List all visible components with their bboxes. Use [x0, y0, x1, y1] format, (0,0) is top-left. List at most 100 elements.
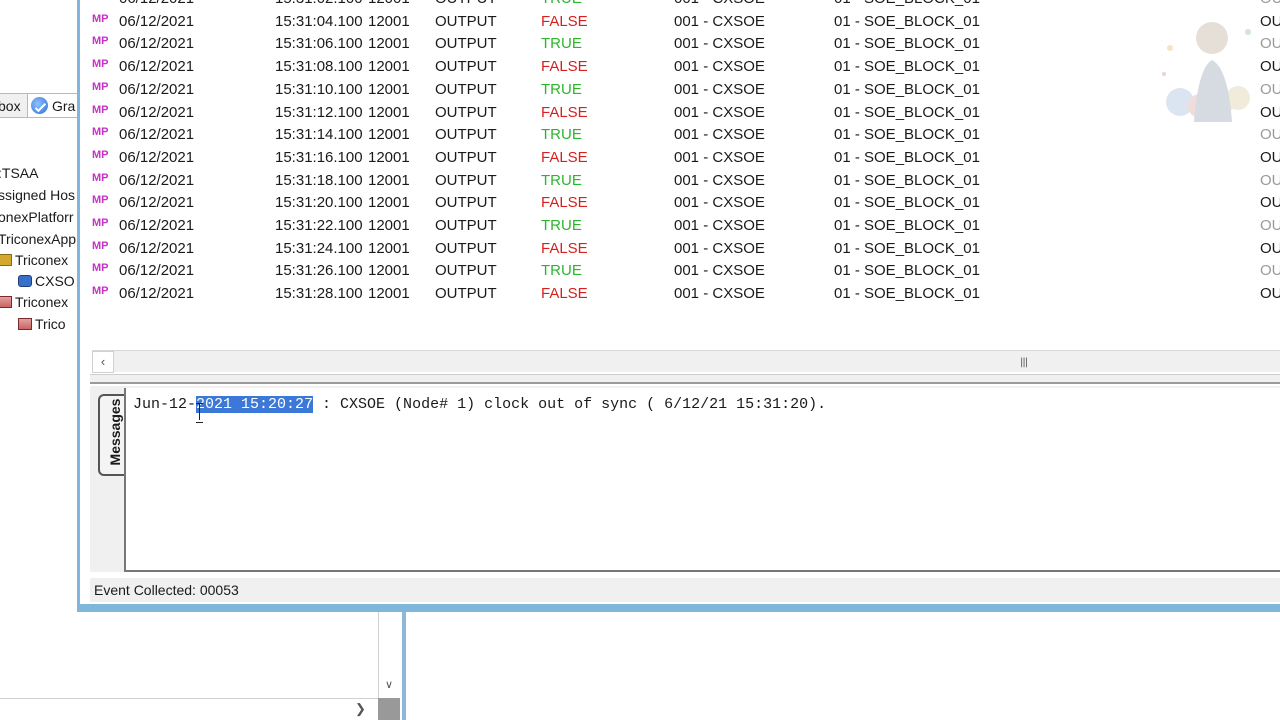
event-type: OUTPUT: [435, 126, 497, 144]
event-row[interactable]: MP 06/12/2021 15:31:28.100 12001 OUTPUT FALSE…: [90, 283, 1280, 305]
mp-badge-icon: MP: [92, 148, 109, 161]
tree-node[interactable]: TriconexApp: [0, 231, 76, 247]
event-id: 12001: [368, 262, 410, 280]
event-node: 001 - CXSOE: [674, 58, 765, 76]
tree-node-label: Trico: [35, 316, 66, 332]
message-text-selection: 2021 15:20:27: [196, 396, 314, 413]
tree-horizontal-scrollbar[interactable]: ❯: [0, 698, 380, 720]
event-time: 15:31:26.100: [275, 262, 363, 280]
event-type: OUTPUT: [435, 0, 497, 10]
tree-node-label: Triconex: [15, 294, 69, 310]
event-state: FALSE: [541, 103, 588, 121]
event-row[interactable]: MP 06/12/2021 15:31:14.100 12001 OUTPUT TRUE 0…: [90, 124, 1280, 146]
mp-badge-icon: MP: [92, 217, 109, 229]
event-type: OUTPUT: [435, 103, 497, 121]
tree-node-label: ssigned Hos: [0, 187, 76, 203]
mp-badge-icon: MP: [92, 0, 109, 7]
event-list-horizontal-scrollbar[interactable]: ‹ |||: [92, 350, 1280, 373]
event-time: 15:31:10.100: [275, 80, 363, 98]
event-row[interactable]: MP 06/12/2021 15:31:08.100 12001 OUTPUT FALSE…: [90, 56, 1280, 78]
event-id: 12001: [368, 35, 410, 53]
event-truncated-column: OU: [1260, 126, 1280, 144]
event-truncated-column: OU: [1260, 80, 1280, 98]
scrollbar-grip-icon[interactable]: |||: [1020, 357, 1028, 368]
event-block: 01 - SOE_BLOCK_01: [834, 239, 980, 257]
event-time: 15:31:08.100: [275, 58, 363, 76]
event-time: 15:31:24.100: [275, 239, 363, 257]
event-date: 06/12/2021: [119, 126, 195, 144]
event-date: 06/12/2021: [119, 58, 195, 76]
chevron-left-icon[interactable]: ‹: [92, 351, 114, 373]
event-row[interactable]: MP 06/12/2021 15:31:06.100 12001 OUTPUT TRUE 0…: [90, 33, 1280, 55]
event-row[interactable]: MP 06/12/2021 15:31:26.100 12001 OUTPUT TRUE 0…: [90, 260, 1280, 282]
graph-check-icon: [31, 97, 48, 114]
mp-badge-icon: MP: [92, 171, 109, 184]
event-block: 01 - SOE_BLOCK_01: [834, 217, 980, 234]
event-date: 06/12/2021: [119, 239, 195, 257]
event-time: 15:31:14.100: [275, 126, 363, 144]
event-type: OUTPUT: [435, 171, 497, 189]
tree-node-label: onexPlatforr: [0, 209, 74, 225]
tree-node[interactable]: Trico: [18, 316, 66, 332]
event-block: 01 - SOE_BLOCK_01: [834, 12, 980, 30]
event-row[interactable]: MP 06/12/2021 15:31:12.100 12001 OUTPUT FALSE…: [90, 102, 1280, 124]
chevron-right-icon[interactable]: ❯: [355, 701, 366, 717]
event-state: TRUE: [541, 126, 582, 144]
event-row[interactable]: MP 06/12/2021 15:31:24.100 12001 OUTPUT FALSE…: [90, 238, 1280, 260]
event-row[interactable]: MP 06/12/2021 15:31:10.100 12001 OUTPUT TRUE 0…: [90, 79, 1280, 101]
pane-divider[interactable]: [402, 612, 406, 720]
event-row[interactable]: MP 06/12/2021 15:31:02.100 12001 OUTPUT TRUE 0…: [90, 0, 1280, 10]
tab-graph[interactable]: Gra: [27, 94, 80, 117]
folder-icon: [0, 254, 12, 266]
pane-splitter[interactable]: [90, 374, 1280, 384]
event-type: OUTPUT: [435, 12, 497, 30]
event-id: 12001: [368, 80, 410, 98]
tab-graph-label: Gra: [52, 98, 76, 114]
tab-messages[interactable]: Messages: [98, 394, 126, 476]
event-row[interactable]: MP 06/12/2021 15:31:20.100 12001 OUTPUT FALSE…: [90, 192, 1280, 214]
message-line[interactable]: Jun-12-2021 15:20:27 : CXSOE (Node# 1) c…: [133, 396, 826, 413]
event-time: 15:31:12.100: [275, 103, 363, 121]
event-truncated-column: OU: [1260, 148, 1280, 166]
event-row[interactable]: MP 06/12/2021 15:31:18.100 12001 OUTPUT TRUE 0…: [90, 170, 1280, 192]
left-tab-strip: box Gra: [0, 93, 80, 118]
tab-toolbox[interactable]: box: [0, 98, 21, 114]
tree-node[interactable]: onexPlatforr: [0, 209, 73, 225]
event-id: 12001: [368, 148, 410, 166]
event-truncated-column: OU: [1260, 285, 1280, 303]
event-state: TRUE: [541, 0, 582, 10]
message-text-prefix: Jun-12-: [133, 396, 197, 413]
chevron-down-icon[interactable]: ∨: [385, 678, 393, 691]
event-state: TRUE: [541, 171, 582, 189]
event-time: 15:31:28.100: [275, 285, 363, 303]
event-node: 001 - CXSOE: [674, 285, 765, 303]
tree-node-label: :TSAA: [0, 165, 39, 181]
event-block: 01 - SOE_BLOCK_01: [834, 58, 980, 76]
event-block: 01 - SOE_BLOCK_01: [834, 103, 980, 121]
event-truncated-column: OU: [1260, 171, 1280, 189]
tree-node[interactable]: CXSO: [18, 273, 75, 289]
platform-icon: [18, 318, 32, 330]
messages-textbox[interactable]: Jun-12-2021 15:20:27 : CXSOE (Node# 1) c…: [124, 388, 1280, 572]
event-id: 12001: [368, 171, 410, 189]
tree-node[interactable]: :TSAA: [0, 165, 38, 181]
event-truncated-column: OU: [1260, 12, 1280, 30]
event-type: OUTPUT: [435, 285, 497, 303]
event-row[interactable]: MP 06/12/2021 15:31:16.100 12001 OUTPUT FALSE…: [90, 147, 1280, 169]
event-state: TRUE: [541, 217, 582, 234]
event-row[interactable]: MP 06/12/2021 15:31:22.100 12001 OUTPUT TRUE 0…: [90, 215, 1280, 237]
event-date: 06/12/2021: [119, 171, 195, 189]
tree-node[interactable]: Triconex: [0, 252, 68, 268]
event-type: OUTPUT: [435, 148, 497, 166]
mp-badge-icon: MP: [92, 58, 109, 71]
event-row[interactable]: MP 06/12/2021 15:31:04.100 12001 OUTPUT FALSE…: [90, 11, 1280, 33]
scrollbar-corner: [378, 698, 400, 720]
event-date: 06/12/2021: [119, 217, 195, 234]
event-block: 01 - SOE_BLOCK_01: [834, 285, 980, 303]
status-bar: Event Collected: 00053: [90, 578, 1280, 602]
tree-node[interactable]: ssigned Hos: [0, 187, 75, 203]
event-time: 15:31:22.100: [275, 217, 363, 234]
event-date: 06/12/2021: [119, 35, 195, 53]
tree-node[interactable]: Triconex: [0, 294, 68, 310]
event-node: 001 - CXSOE: [674, 35, 765, 53]
